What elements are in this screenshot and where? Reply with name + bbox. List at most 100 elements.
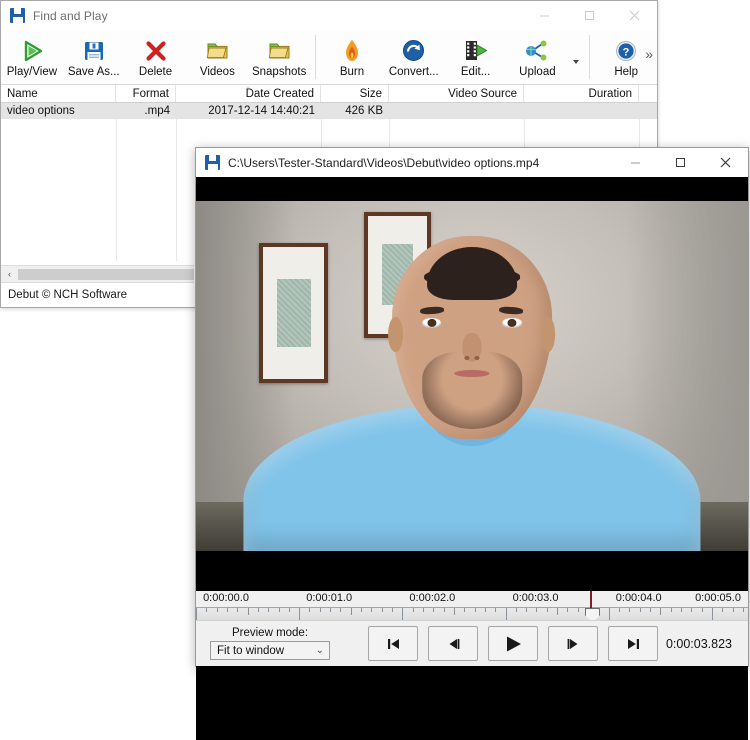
- column-header-name[interactable]: Name: [1, 85, 116, 102]
- player-minimize-button[interactable]: [613, 148, 658, 177]
- toolbar-label: Burn: [340, 66, 364, 78]
- toolbar-separator: [589, 35, 590, 79]
- maximize-button[interactable]: [567, 1, 612, 30]
- flame-icon: [343, 37, 361, 64]
- cell-video-source: [389, 103, 524, 119]
- toolbar-label: Edit...: [461, 66, 490, 78]
- player-maximize-button[interactable]: [658, 148, 703, 177]
- toolbar-label: Snapshots: [252, 66, 306, 78]
- toolbar-button-save-as[interactable]: Save As...: [63, 33, 125, 85]
- toolbar-button-edit[interactable]: Edit...: [445, 33, 507, 85]
- toolbar-button-delete[interactable]: Delete: [125, 33, 187, 85]
- toolbar-button-upload[interactable]: Upload: [507, 33, 569, 85]
- toolbar-button-play-view[interactable]: Play/View: [1, 33, 63, 85]
- column-header-video-source[interactable]: Video Source: [389, 85, 524, 102]
- person-eye: [503, 318, 522, 327]
- red-x-icon: [145, 37, 167, 64]
- step-back-button[interactable]: [428, 626, 478, 661]
- video-player-window: C:\Users\Tester-Standard\Videos\Debut\vi…: [195, 147, 749, 667]
- scroll-left-arrow-icon[interactable]: ‹: [1, 266, 18, 282]
- person-subject: [317, 201, 626, 551]
- toolbar-label: Help: [614, 66, 638, 78]
- toolbar: Play/View Save As...: [1, 30, 657, 85]
- preview-mode-select[interactable]: Fit to window ⌄: [210, 641, 330, 660]
- person-nose: [462, 333, 481, 361]
- toolbar-label: Convert...: [389, 66, 439, 78]
- step-forward-button[interactable]: [548, 626, 598, 661]
- film-strip-icon: [464, 37, 488, 64]
- toolbar-button-convert[interactable]: Convert...: [383, 33, 445, 85]
- person-beard: [422, 352, 522, 429]
- scrollbar-track[interactable]: [18, 266, 194, 282]
- column-header-date-created[interactable]: ⌄ Date Created: [176, 85, 321, 102]
- timeline-tick-label: 0:00:03.0: [513, 592, 559, 604]
- player-titlebar[interactable]: C:\Users\Tester-Standard\Videos\Debut\vi…: [196, 148, 748, 177]
- chevron-down-icon: ⌄: [316, 645, 324, 656]
- toolbar-button-burn[interactable]: Burn: [321, 33, 383, 85]
- toolbar-overflow-chevron-icon[interactable]: »: [645, 46, 653, 62]
- player-window-title: C:\Users\Tester-Standard\Videos\Debut\vi…: [228, 156, 539, 170]
- sort-indicator-icon: ⌄: [244, 81, 252, 90]
- floppy-disk-icon: [83, 37, 105, 64]
- toolbar-label: Play/View: [7, 66, 57, 78]
- skip-start-icon: [385, 637, 402, 651]
- horizontal-scrollbar[interactable]: ‹: [1, 265, 194, 282]
- timeline-tick-label: 0:00:02.0: [409, 592, 455, 604]
- floppy-disk-icon: [10, 8, 25, 23]
- skip-to-start-button[interactable]: [368, 626, 418, 661]
- cell-date-created: 2017-12-14 14:40:21: [176, 103, 321, 119]
- toolbar-separator: [315, 35, 316, 79]
- question-circle-icon: ?: [615, 37, 637, 64]
- player-close-button[interactable]: [703, 148, 748, 177]
- toolbar-label: Videos: [200, 66, 235, 78]
- player-window-controls: [613, 148, 748, 177]
- list-header: Name Format ⌄ Date Created Size Video So…: [1, 85, 657, 103]
- preview-mode-group: Preview mode: Fit to window ⌄: [210, 627, 330, 660]
- person-head: [392, 236, 553, 439]
- step-forward-icon: [565, 637, 582, 651]
- toolbar-button-videos[interactable]: Videos: [186, 33, 248, 85]
- share-nodes-icon: [525, 37, 549, 64]
- play-button[interactable]: [488, 626, 538, 661]
- timeline-ruler[interactable]: 0:00:00.00:00:01.00:00:02.00:00:03.00:00…: [196, 590, 748, 620]
- cell-format: .mp4: [116, 103, 176, 119]
- folder-icon: [268, 37, 291, 64]
- floppy-disk-icon: [205, 155, 220, 170]
- status-bar: Debut © NCH Software: [1, 282, 194, 307]
- find-and-play-titlebar[interactable]: Find and Play: [1, 1, 657, 30]
- window-controls: [522, 1, 657, 30]
- cell-size: 426 KB: [321, 103, 389, 119]
- folder-icon: [206, 37, 229, 64]
- upload-dropdown-caret-icon[interactable]: [568, 33, 584, 85]
- toolbar-label: Upload: [519, 66, 555, 78]
- timeline-tick-label: 0:00:05.0: [695, 592, 741, 604]
- cell-name: video options: [1, 103, 116, 119]
- column-header-size[interactable]: Size: [321, 85, 389, 102]
- scrollbar-thumb[interactable]: [18, 269, 194, 280]
- timeline-tick-label: 0:00:00.0: [203, 592, 249, 604]
- toolbar-label: Save As...: [68, 66, 120, 78]
- toolbar-label: Delete: [139, 66, 172, 78]
- timeline-tick-label: 0:00:04.0: [616, 592, 662, 604]
- skip-end-icon: [625, 637, 642, 651]
- timeline-labels: 0:00:00.00:00:01.00:00:02.00:00:03.00:00…: [196, 591, 748, 607]
- toolbar-button-snapshots[interactable]: Snapshots: [248, 33, 310, 85]
- person-eye: [422, 318, 441, 327]
- video-frame: [196, 201, 748, 551]
- svg-text:?: ?: [623, 46, 630, 58]
- play-triangle-icon: [20, 37, 44, 64]
- person-hair: [427, 247, 517, 300]
- column-header-format[interactable]: Format: [116, 85, 176, 102]
- convert-circle-icon: [402, 37, 425, 64]
- transport-controls: Preview mode: Fit to window ⌄: [196, 620, 748, 666]
- skip-to-end-button[interactable]: [608, 626, 658, 661]
- preview-mode-label: Preview mode:: [210, 627, 330, 639]
- minimize-button[interactable]: [522, 1, 567, 30]
- preview-mode-value: Fit to window: [217, 645, 284, 657]
- step-back-icon: [445, 637, 462, 651]
- close-button[interactable]: [612, 1, 657, 30]
- window-title: Find and Play: [33, 9, 108, 23]
- column-header-duration[interactable]: Duration: [524, 85, 639, 102]
- time-display: 0:00:03.823: [666, 637, 732, 651]
- table-row[interactable]: video options .mp4 2017-12-14 14:40:21 4…: [1, 103, 657, 119]
